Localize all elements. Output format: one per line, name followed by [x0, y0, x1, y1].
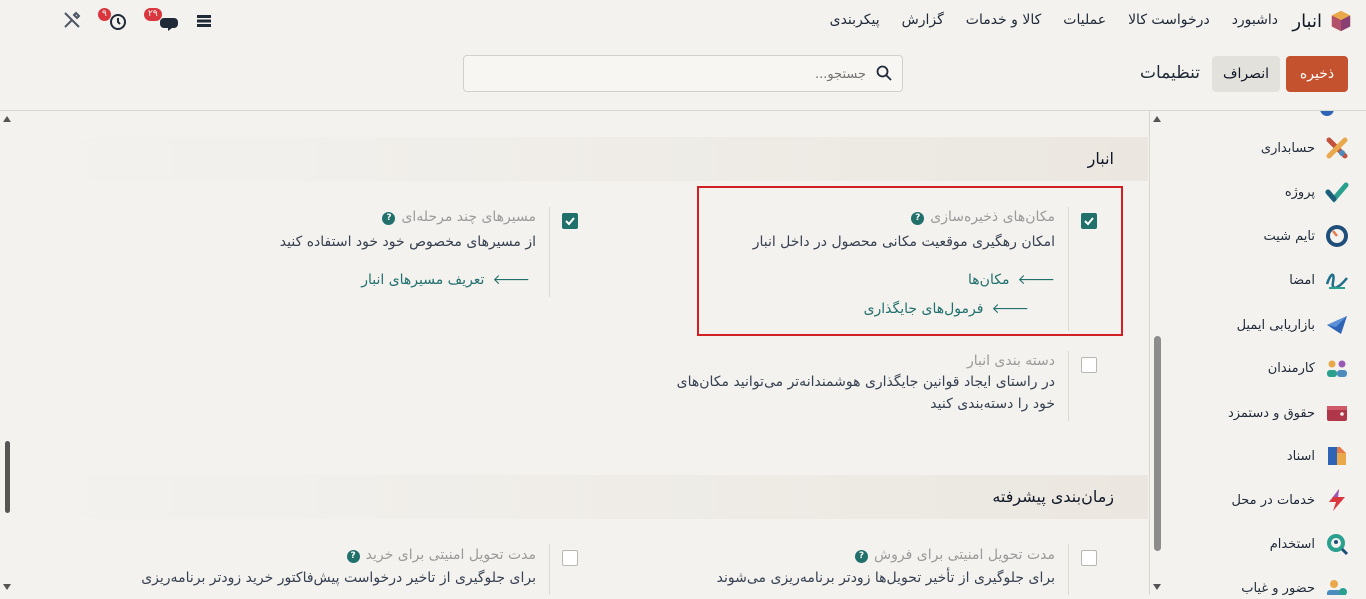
sidebar-item-employees[interactable]: کارمندان: [1268, 356, 1349, 380]
multi-step-routes-checkbox[interactable]: [562, 213, 578, 229]
sidebar-item-email-marketing[interactable]: بازاریابی ایمیل: [1237, 313, 1349, 337]
highlight-box: [697, 186, 1123, 336]
setting-sales-security-lead: مدت تحویل امنیتی برای فروش? برای جلوگیری…: [595, 547, 1055, 589]
setting-description: برای جلوگیری از تاخیر درخواست پیش‌فاکتور…: [141, 570, 536, 586]
documents-icon: [1328, 447, 1346, 465]
setting-title: مدت تحویل امنیتی برای خرید: [365, 547, 536, 563]
sales-security-lead-checkbox[interactable]: [1081, 550, 1097, 566]
inventory-app-icon: [1331, 10, 1351, 32]
section-title: زمان‌بندی پیشرفته: [992, 487, 1114, 506]
menu-operations[interactable]: عملیات: [1063, 12, 1106, 28]
menu-material-request[interactable]: درخواست کالا: [1128, 12, 1210, 28]
app-icon-partial: [1320, 111, 1334, 116]
storage-categories-checkbox[interactable]: [1081, 357, 1097, 373]
sidebar-item-attendance[interactable]: حضور و غیاب: [1241, 576, 1349, 595]
menu-products[interactable]: کالا و خدمات: [966, 12, 1042, 28]
setting-description: در راستای ایجاد قوانین جایگذاری هوشمندان…: [676, 374, 1055, 412]
search-box: [463, 55, 903, 92]
sidebar-item-field-service[interactable]: خدمات در محل: [1231, 488, 1349, 512]
activity-badge: ۹: [98, 8, 111, 21]
employees-icon: [1327, 360, 1347, 377]
divider: [1068, 351, 1069, 421]
setting-title: دسته بندی انبار: [966, 353, 1055, 369]
tools-icon[interactable]: [62, 10, 82, 34]
save-button[interactable]: ذخیره: [1286, 56, 1348, 92]
setting-description: برای جلوگیری از تأخیر تحویل‌ها زودتر برن…: [716, 570, 1055, 586]
setting-title: مسیرهای چند مرحله‌ای: [401, 209, 536, 225]
section-title: انبار: [1087, 149, 1114, 168]
purchase-security-lead-checkbox[interactable]: [562, 550, 578, 566]
help-icon[interactable]: ?: [855, 550, 869, 563]
sidebar-item-recruitment[interactable]: استخدام: [1270, 532, 1349, 556]
divider: [549, 544, 550, 595]
setting-title: مدت تحویل امنیتی برای فروش: [874, 547, 1055, 563]
app-name: انبار: [1292, 10, 1322, 32]
menu-reporting[interactable]: گزارش: [902, 12, 944, 28]
divider: [549, 207, 550, 297]
systray: ۹ ۲۹: [62, 8, 222, 36]
sign-icon: [1325, 273, 1348, 290]
sidebar-scrollbar[interactable]: [1150, 111, 1166, 595]
top-navbar: انبار داشبورد درخواست کالا عملیات کالا و…: [0, 0, 1366, 44]
sidebar-item-sign[interactable]: امضا: [1289, 268, 1349, 292]
server-icon[interactable]: [196, 10, 212, 34]
sidebar-item-timesheet[interactable]: تایم شیت: [1263, 224, 1349, 248]
apps-sidebar: حسابداری پروژه تایم شیت امضا بازاریابی ا…: [1149, 111, 1366, 595]
search-icon[interactable]: [876, 65, 892, 85]
messages-badge: ۲۹: [144, 8, 162, 21]
section-header-warehouse: انبار: [15, 137, 1148, 181]
project-icon: [1325, 182, 1349, 203]
wallet-icon: [1327, 406, 1347, 421]
divider: [1068, 544, 1069, 595]
menu-dashboard[interactable]: داشبورد: [1232, 12, 1278, 28]
accounting-icon: [1326, 137, 1348, 159]
paper-plane-icon: [1327, 316, 1347, 334]
setting-multi-step-routes: مسیرهای چند مرحله‌ای? از مسیرهای مخصوص خ…: [136, 209, 536, 288]
brand[interactable]: انبار: [1292, 10, 1352, 32]
activity-clock-icon[interactable]: ۹: [98, 8, 128, 36]
setting-storage-categories: دسته بندی انبار در راستای ایجاد قوانین ج…: [575, 353, 1055, 415]
setting-description: از مسیرهای مخصوص خود خود استفاده کنید: [279, 234, 536, 250]
control-panel: ذخیره انصراف تنظیمات: [0, 44, 1366, 111]
settings-content: انبار مکان‌های ذخیره‌سازی? امکان رهگیری …: [0, 111, 1149, 595]
discard-button[interactable]: انصراف: [1212, 56, 1280, 92]
main-menu: داشبورد درخواست کالا عملیات کالا و خدمات…: [830, 12, 1278, 28]
messages-icon[interactable]: ۲۹: [144, 8, 182, 36]
menu-configuration[interactable]: پیکربندی: [830, 12, 880, 28]
sidebar-item-project[interactable]: پروژه: [1285, 180, 1349, 204]
recruitment-icon: [1327, 534, 1349, 556]
page-title: تنظیمات: [1140, 63, 1200, 83]
search-input[interactable]: [484, 62, 868, 86]
define-routes-link[interactable]: 🡐 تعریف مسیرهای انبار: [136, 271, 530, 289]
lightning-icon: [1329, 489, 1345, 511]
setting-purchase-security-lead: مدت تحویل امنیتی برای خرید? برای جلوگیری…: [76, 547, 536, 589]
timesheet-icon: [1326, 225, 1348, 247]
help-icon[interactable]: ?: [382, 212, 396, 225]
sidebar-item-accounting[interactable]: حسابداری: [1261, 136, 1349, 160]
attendance-icon: [1327, 580, 1347, 595]
section-header-scheduling: زمان‌بندی پیشرفته: [15, 475, 1148, 519]
help-icon[interactable]: ?: [346, 550, 360, 563]
arrow-right-icon: 🡐: [492, 272, 530, 288]
sidebar-item-documents[interactable]: اسناد: [1287, 444, 1349, 468]
sidebar-item-payroll[interactable]: حقوق و دستمزد: [1228, 401, 1349, 425]
